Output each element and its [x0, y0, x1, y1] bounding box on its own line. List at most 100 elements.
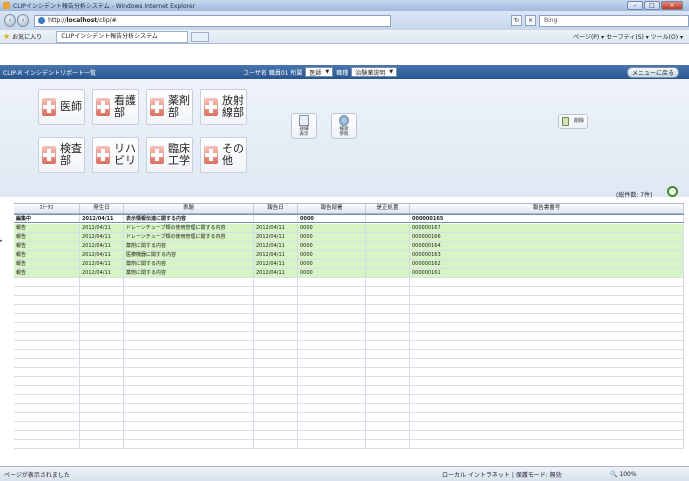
empty-cell: [366, 323, 410, 331]
table-row[interactable]: 報告 2012/04/11 薬剤に関する内容 2012/04/11 0000 0…: [14, 242, 684, 251]
empty-cell: [254, 314, 298, 322]
empty-cell: [366, 440, 410, 448]
empty-cell: [80, 404, 124, 412]
category-lab-button[interactable]: 検査 部: [38, 137, 85, 173]
empty-cell: [366, 413, 410, 421]
reload-icon[interactable]: [667, 186, 678, 197]
category-clinical-engineering-button[interactable]: 臨床 工学: [146, 137, 193, 173]
cell-dept: 0000: [298, 233, 366, 241]
column-header-report-date[interactable]: 報告日: [254, 204, 298, 213]
column-header-status[interactable]: ｽﾃｰﾀｽ: [14, 204, 80, 213]
empty-cell: [124, 278, 254, 286]
column-header-fix[interactable]: 是正処置: [366, 204, 410, 213]
empty-cell: [80, 296, 124, 304]
category-radiology-button[interactable]: 放射 線部: [200, 89, 247, 125]
empty-cell: [80, 278, 124, 286]
search-input[interactable]: Bing: [538, 14, 689, 27]
empty-cell: [298, 431, 366, 439]
cell-fix: [366, 233, 410, 241]
empty-cell: [124, 422, 254, 430]
address-field[interactable]: http://localhost/clip/#: [34, 14, 391, 27]
trash-icon: [562, 117, 569, 126]
forward-icon[interactable]: ›: [17, 14, 30, 27]
empty-cell: [366, 404, 410, 412]
detail-view-button[interactable]: 詳細 表示: [291, 113, 317, 139]
empty-table-row: [14, 431, 684, 440]
category-doctor-button[interactable]: 医師: [38, 89, 85, 125]
favorites-button[interactable]: ★ お気に入り: [3, 32, 42, 41]
table-row[interactable]: 編集中 2012/04/11 表示情報伝達に関する内容 0000 0000001…: [14, 214, 684, 223]
job-select[interactable]: 治験薬説明 ▼: [351, 67, 398, 77]
category-other-button[interactable]: その 他: [200, 137, 247, 173]
column-header-date[interactable]: 発生日: [80, 204, 124, 213]
empty-cell: [254, 368, 298, 376]
cell-date: 2012/04/11: [80, 251, 124, 259]
empty-cell: [254, 422, 298, 430]
empty-cell: [124, 404, 254, 412]
stop-icon[interactable]: ×: [524, 15, 536, 26]
category-nursing-button[interactable]: 看護 部: [92, 89, 139, 125]
empty-cell: [366, 431, 410, 439]
empty-cell: [254, 287, 298, 295]
empty-cell: [80, 287, 124, 295]
category-rehab-button[interactable]: リハ ビリ: [92, 137, 139, 173]
empty-table-row: [14, 296, 684, 305]
report-file-icon: [204, 146, 218, 164]
empty-cell: [298, 395, 366, 403]
empty-cell: [124, 413, 254, 421]
empty-table-row: [14, 413, 684, 422]
empty-cell: [366, 278, 410, 286]
empty-cell: [254, 350, 298, 358]
zoom-level[interactable]: 🔍 100%: [610, 471, 637, 478]
column-header-number[interactable]: 報告書番号: [410, 204, 684, 213]
app-header: CLIP-R インシデントリポート一覧 ユーザ名 職員01 所属 医師 ▼ 職種 …: [0, 65, 689, 79]
empty-cell: [80, 431, 124, 439]
table-row[interactable]: 報告 2012/04/11 ドレーンチューブ類の使用管理に関する内容 2012/…: [14, 233, 684, 242]
back-icon[interactable]: ‹: [4, 14, 17, 27]
refresh-icon[interactable]: ↻: [510, 15, 522, 26]
empty-table-row: [14, 422, 684, 431]
delete-button[interactable]: 削除: [558, 114, 588, 129]
empty-cell: [410, 413, 684, 421]
empty-cell: [14, 413, 80, 421]
column-header-title[interactable]: 表題: [124, 204, 254, 213]
table-row[interactable]: 報告 2012/04/11 医療機器に関する内容 2012/04/11 0000…: [14, 251, 684, 260]
cell-title: 薬剤に関する内容: [124, 260, 254, 268]
empty-cell: [298, 359, 366, 367]
empty-cell: [254, 377, 298, 385]
cell-report-date: 2012/04/11: [254, 251, 298, 259]
cell-report-date: 2012/04/11: [254, 269, 298, 277]
dept-select[interactable]: 医師 ▼: [305, 67, 334, 77]
favorites-label: お気に入り: [12, 34, 43, 41]
table-row[interactable]: 報告 2012/04/11 薬剤に関する内容 2012/04/11 0000 0…: [14, 269, 684, 278]
empty-cell: [298, 296, 366, 304]
empty-cell: [80, 440, 124, 448]
maximize-button[interactable]: □: [644, 1, 660, 10]
ie-command-bar[interactable]: ページ(P) ▾ セーフティ(S) ▾ ツール(O) ▾: [573, 32, 683, 41]
close-button[interactable]: ×: [661, 1, 683, 10]
table-row[interactable]: 報告 2012/04/11 薬剤に関する内容 2012/04/11 0000 0…: [14, 260, 684, 269]
minimize-button[interactable]: –: [627, 1, 643, 10]
back-to-menu-button[interactable]: メニューに戻る: [627, 67, 679, 78]
search-reference-button[interactable]: 検索 参照: [331, 113, 357, 139]
column-header-dept[interactable]: 報告部署: [298, 204, 366, 213]
empty-cell: [14, 377, 80, 385]
empty-cell: [298, 323, 366, 331]
cell-number: 000000166: [410, 233, 684, 241]
table-row[interactable]: 報告 2012/04/11 ドレーンチューブ類の使用管理に関する内容 2012/…: [14, 224, 684, 233]
cell-title: 表示情報伝達に関する内容: [124, 215, 254, 222]
empty-table-row: [14, 368, 684, 377]
empty-cell: [80, 314, 124, 322]
cell-dept: 0000: [298, 251, 366, 259]
category-pharmacy-button[interactable]: 薬剤 部: [146, 89, 193, 125]
empty-cell: [366, 422, 410, 430]
category-label: リハ ビリ: [114, 142, 136, 167]
cell-fix: [366, 242, 410, 250]
empty-cell: [124, 386, 254, 394]
empty-cell: [254, 386, 298, 394]
new-tab-button[interactable]: [191, 31, 210, 42]
cell-number: 000000163: [410, 251, 684, 259]
cell-fix: [366, 215, 410, 222]
browser-tab[interactable]: CLIPインシデント報告分析システム: [56, 30, 189, 43]
cell-number: 000000162: [410, 260, 684, 268]
